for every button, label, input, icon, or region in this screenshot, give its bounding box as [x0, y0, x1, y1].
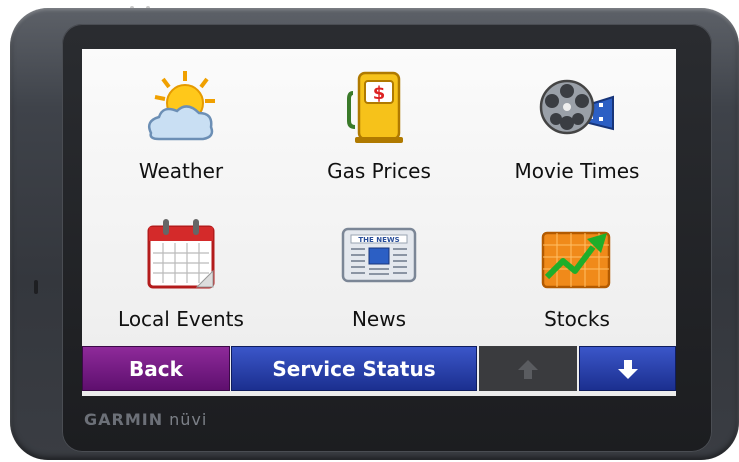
calendar-icon [147, 219, 215, 289]
brand-name: GARMIN [84, 410, 164, 429]
newspaper-icon: THE NEWS [341, 227, 417, 283]
tile-label: News [351, 307, 407, 331]
service-status-button[interactable]: Service Status [231, 346, 477, 391]
tile-label: Stocks [544, 307, 610, 331]
tile-label: Weather [138, 159, 224, 183]
arrow-down-icon [617, 359, 638, 379]
gas-pump-icon: $ [347, 71, 403, 143]
tile-weather[interactable]: Weather [82, 49, 280, 199]
arrow-up-icon [518, 359, 538, 379]
back-button[interactable]: Back [82, 346, 230, 391]
tile-label: Gas Prices [327, 159, 431, 183]
tile-label: Local Events [118, 307, 244, 331]
device-brand-label: GARMIN nüvi [84, 410, 207, 429]
tile-label: Movie Times [514, 159, 640, 183]
tile-news[interactable]: THE NEWS News [280, 197, 478, 347]
touch-screen: Weather $ Gas Prices Movie Times Local E… [82, 49, 676, 396]
scroll-down-button[interactable] [579, 346, 676, 391]
tile-stocks[interactable]: Stocks [478, 197, 676, 347]
model-name: nüvi [169, 410, 208, 429]
tile-local-events[interactable]: Local Events [82, 197, 280, 347]
stock-chart-icon [541, 231, 611, 289]
weather-icon [148, 71, 215, 141]
newspaper-header: THE NEWS [358, 236, 399, 244]
tile-gas-prices[interactable]: $ Gas Prices [280, 49, 478, 199]
gas-price-sign: $ [373, 83, 386, 104]
bottom-button-bar: Back Service Status [82, 346, 676, 394]
film-reel-icon [539, 79, 614, 135]
power-indicator [34, 280, 38, 294]
tile-movie-times[interactable]: Movie Times [478, 49, 676, 199]
scroll-up-button[interactable] [479, 346, 577, 391]
